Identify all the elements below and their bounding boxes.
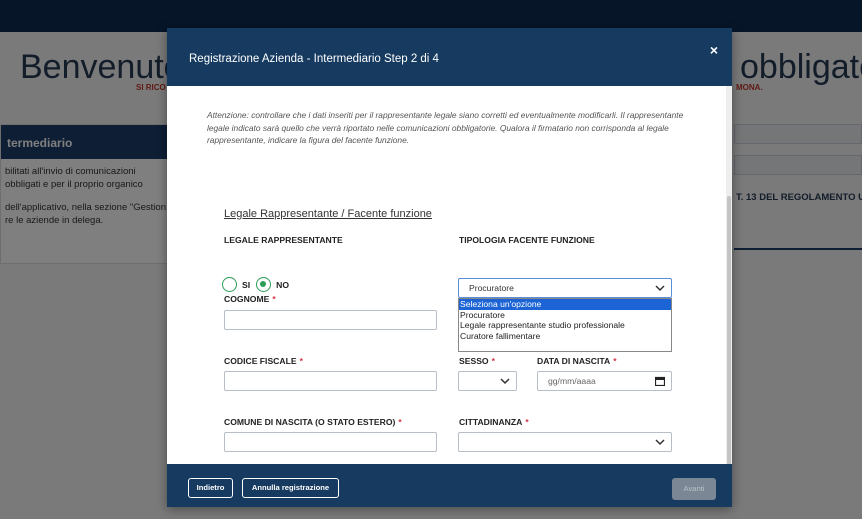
legale-rappresentante-radio-group: SI NO xyxy=(222,277,295,292)
modal-footer: Indietro Annulla registrazione Avanti xyxy=(167,464,732,507)
back-button[interactable]: Indietro xyxy=(188,478,233,498)
sesso-label-text: SESSO xyxy=(459,356,489,366)
radio-si[interactable] xyxy=(222,277,237,292)
chevron-down-icon xyxy=(500,378,510,385)
required-mark: * xyxy=(525,417,529,427)
dropdown-option[interactable]: Procuratore xyxy=(459,310,671,321)
required-mark: * xyxy=(491,356,495,366)
comune-nascita-input[interactable] xyxy=(224,432,437,452)
modal-header: Registrazione Azienda - Intermediario St… xyxy=(167,28,732,86)
tipologia-select-value: Procuratore xyxy=(469,283,514,293)
radio-no[interactable] xyxy=(256,277,272,292)
cittadinanza-label-text: CITTADINANZA xyxy=(459,417,523,427)
cittadinanza-label: CITTADINANZA * xyxy=(459,417,529,427)
chevron-down-icon xyxy=(655,285,665,292)
sesso-select[interactable] xyxy=(458,371,517,391)
chevron-down-icon xyxy=(655,439,665,446)
data-nascita-label-text: DATA DI NASCITA xyxy=(537,356,611,366)
tipologia-select[interactable]: Procuratore xyxy=(458,278,672,298)
modal-title: Registrazione Azienda - Intermediario St… xyxy=(189,53,439,65)
tipologia-label: TIPOLOGIA FACENTE FUNZIONE xyxy=(459,235,595,245)
sesso-label: SESSO * xyxy=(459,356,495,366)
modal-body: Attenzione: controllare che i dati inser… xyxy=(167,86,732,464)
comune-nascita-label-text: COMUNE DI NASCITA (O STATO ESTERO) xyxy=(224,417,396,427)
codice-fiscale-input[interactable] xyxy=(224,371,437,391)
dropdown-option[interactable]: Seleziona un'opzione xyxy=(459,299,671,310)
cancel-registration-button[interactable]: Annulla registrazione xyxy=(242,478,339,498)
radio-si-label: SI xyxy=(242,279,251,290)
notice-text: Attenzione: controllare che i dati inser… xyxy=(207,110,684,145)
data-nascita-placeholder: gg/mm/aaaa xyxy=(548,376,596,386)
registration-modal: Registrazione Azienda - Intermediario St… xyxy=(167,28,732,507)
dropdown-option[interactable]: Curatore fallimentare xyxy=(459,331,671,342)
data-nascita-input[interactable]: gg/mm/aaaa xyxy=(537,371,672,391)
next-button[interactable]: Avanti xyxy=(672,478,716,500)
comune-nascita-label: COMUNE DI NASCITA (O STATO ESTERO) * xyxy=(224,417,402,427)
legale-rappresentante-label: LEGALE RAPPRESENTANTE xyxy=(224,235,343,245)
tipologia-dropdown: Seleziona un'opzione Procuratore Legale … xyxy=(458,298,672,352)
required-mark: * xyxy=(299,356,303,366)
required-mark: * xyxy=(272,294,276,304)
section-title: Legale Rappresentante / Facente funzione xyxy=(224,208,432,220)
dropdown-option[interactable]: Legale rappresentante studio professiona… xyxy=(459,320,671,331)
modal-scrollbar-thumb[interactable] xyxy=(727,196,731,496)
codice-fiscale-label-text: CODICE FISCALE xyxy=(224,356,297,366)
required-mark: * xyxy=(398,417,402,427)
cittadinanza-select[interactable] xyxy=(458,432,672,452)
cognome-label: COGNOME * xyxy=(224,294,276,304)
radio-no-label: NO xyxy=(276,279,290,290)
codice-fiscale-label: CODICE FISCALE * xyxy=(224,356,303,366)
calendar-icon[interactable] xyxy=(655,376,665,386)
cognome-label-text: COGNOME xyxy=(224,294,270,304)
required-mark: * xyxy=(613,356,617,366)
close-icon[interactable]: × xyxy=(710,42,718,58)
data-nascita-label: DATA DI NASCITA * xyxy=(537,356,617,366)
cognome-input[interactable] xyxy=(224,310,437,330)
modal-scrollbar-track[interactable] xyxy=(726,86,732,496)
